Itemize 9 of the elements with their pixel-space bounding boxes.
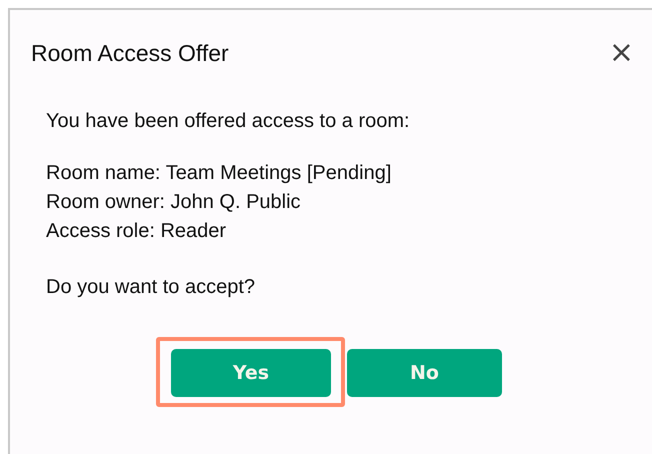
question-text: Do you want to accept? [46,276,256,299]
detail-line: Access role: Reader [46,219,228,244]
message-text: You have been offered access to a room: [46,110,411,133]
dialog-button[interactable]: No [347,349,502,397]
dialog-button[interactable]: Yes [171,349,331,397]
dialog-title: Room Access Offer [31,40,229,66]
detail-line: Room name: Team Meetings [Pending] [46,161,392,186]
close-button[interactable]: × [608,38,634,68]
detail-line: Room owner: John Q. Public [46,190,302,215]
